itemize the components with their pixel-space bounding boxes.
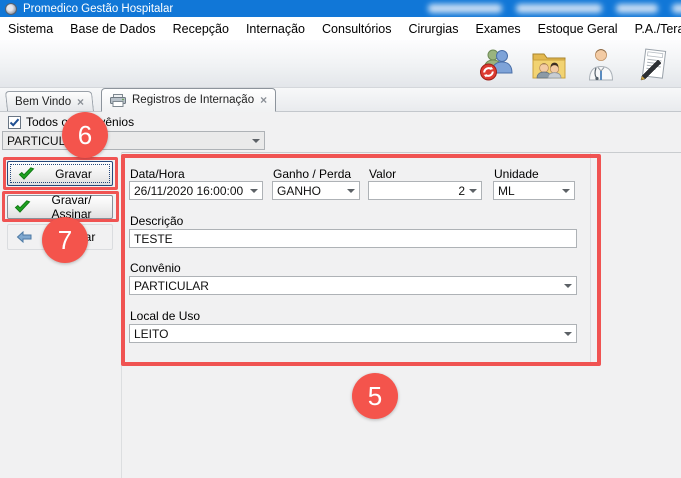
menu-item-cirurgias[interactable]: Cirurgias — [409, 22, 459, 36]
printer-icon — [110, 94, 126, 107]
title-bar: Promedico Gestão Hospitalar — [0, 0, 681, 17]
check-icon — [14, 200, 31, 214]
chevron-down-icon — [564, 332, 572, 336]
panel-top-border — [122, 152, 681, 153]
tab-bar: Bem Vindo × Registros de Internação × — [0, 88, 681, 112]
tab-label: Bem Vindo — [15, 96, 71, 108]
descricao-label: Descrição — [130, 214, 183, 228]
form-right-border — [590, 153, 591, 366]
descricao-value: TESTE — [134, 232, 572, 246]
patients-folder-icon[interactable] — [529, 46, 569, 82]
panel-splitter — [121, 152, 122, 478]
ganho-perda-select[interactable]: GANHO — [272, 181, 360, 200]
unidade-label: Unidade — [494, 167, 539, 181]
back-arrow-icon — [16, 231, 32, 243]
data-hora-label: Data/Hora — [130, 167, 185, 181]
convenio-filter-value: PARTICULAR — [7, 134, 248, 148]
annotation-badge-7: 7 — [42, 217, 88, 263]
annotation-badge-5: 5 — [352, 373, 398, 419]
chevron-down-icon — [252, 139, 260, 143]
ganho-perda-label: Ganho / Perda — [273, 167, 351, 181]
chevron-down-icon — [562, 189, 570, 193]
convenio-value: PARTICULAR — [134, 279, 560, 293]
gravar-assinar-button[interactable]: Gravar/ Assinar — [7, 195, 113, 219]
valor-label: Valor — [369, 167, 396, 181]
menu-item-sistema[interactable]: Sistema — [8, 22, 53, 36]
data-hora-value: 26/11/2020 16:00:00 — [134, 184, 246, 198]
chevron-down-icon — [250, 189, 258, 193]
menu-item-consultorios[interactable]: Consultórios — [322, 22, 391, 36]
convenio-filter-select[interactable]: PARTICULAR — [2, 131, 265, 150]
chevron-down-icon — [564, 284, 572, 288]
chevron-down-icon — [347, 189, 355, 193]
local-de-uso-value: LEITO — [134, 327, 560, 341]
menu-item-recepcao[interactable]: Recepção — [173, 22, 229, 36]
unidade-value: ML — [498, 184, 558, 198]
tab-close-icon[interactable]: × — [77, 95, 84, 109]
tab-label: Registros de Internação — [132, 94, 254, 106]
menu-item-exames[interactable]: Exames — [476, 22, 521, 36]
local-de-uso-select[interactable]: LEITO — [129, 324, 577, 343]
tab-registros-de-internacao[interactable]: Registros de Internação × — [101, 88, 276, 112]
todos-convenios-checkbox[interactable] — [8, 116, 21, 129]
menu-item-base-de-dados[interactable]: Base de Dados — [70, 22, 155, 36]
valor-input[interactable]: 2 — [368, 181, 482, 200]
signed-document-icon[interactable] — [633, 46, 673, 82]
data-hora-input[interactable]: 26/11/2020 16:00:00 — [129, 181, 263, 200]
window-title: Promedico Gestão Hospitalar — [23, 3, 173, 15]
redacted-title-info — [428, 4, 681, 13]
unidade-select[interactable]: ML — [493, 181, 575, 200]
check-icon — [18, 167, 35, 181]
menu-item-internacao[interactable]: Internação — [246, 22, 305, 36]
menu-item-pa-terapias[interactable]: P.A./Terapias — [635, 22, 681, 36]
ganho-perda-value: GANHO — [277, 184, 343, 198]
tab-bem-vindo[interactable]: Bem Vindo × — [5, 91, 94, 111]
chevron-down-icon — [469, 189, 477, 193]
app-window: Promedico Gestão Hospitalar Sistema Base… — [0, 0, 681, 478]
convenio-select[interactable]: PARTICULAR — [129, 276, 577, 295]
menu-bar: Sistema Base de Dados Recepção Internaçã… — [0, 17, 681, 40]
toolbar — [0, 40, 681, 88]
gravar-assinar-label: Gravar/ Assinar — [31, 193, 112, 221]
menu-item-estoque-geral[interactable]: Estoque Geral — [538, 22, 618, 36]
sync-users-icon[interactable] — [477, 46, 517, 82]
local-de-uso-label: Local de Uso — [130, 309, 200, 323]
app-icon — [5, 3, 17, 15]
convenio-label: Convênio — [130, 261, 181, 275]
descricao-input[interactable]: TESTE — [129, 229, 577, 248]
gravar-button[interactable]: Gravar — [7, 161, 113, 186]
gravar-label: Gravar — [35, 167, 112, 181]
valor-value: 2 — [373, 184, 465, 198]
tab-close-icon[interactable]: × — [260, 93, 267, 107]
doctor-icon[interactable] — [581, 46, 621, 82]
annotation-badge-6: 6 — [62, 112, 108, 158]
